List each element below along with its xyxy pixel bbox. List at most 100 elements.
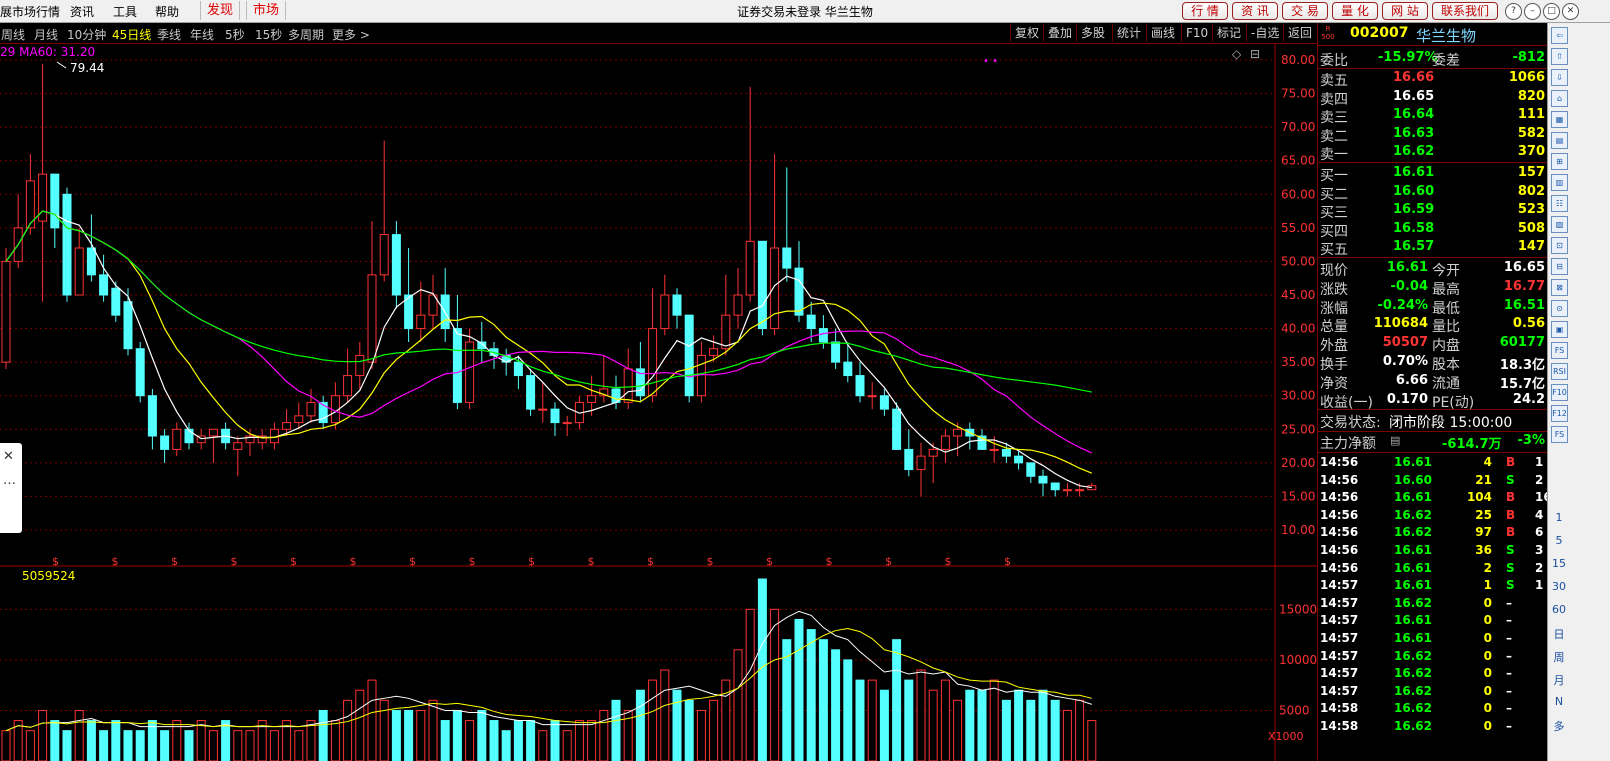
dividend-marker[interactable]: $ xyxy=(1004,555,1011,568)
stat-row[interactable]: 现价 16.61 今开 16.65 xyxy=(1318,260,1548,279)
sidebar-indicator-icon[interactable]: RSI xyxy=(1551,363,1568,380)
dividend-marker[interactable]: $ xyxy=(945,555,952,568)
tool-draw[interactable]: 画线 xyxy=(1146,24,1179,42)
tick-row[interactable]: 14:56 16.62 97 B 6 xyxy=(1318,525,1548,543)
maximize-icon[interactable]: □ xyxy=(1543,3,1560,20)
minimize-icon[interactable]: – xyxy=(1524,3,1541,20)
sidebar-indicator-icon[interactable]: FS xyxy=(1551,342,1568,359)
dividend-marker[interactable]: $ xyxy=(171,555,178,568)
tick-row[interactable]: 14:56 16.60 21 S 2 xyxy=(1318,473,1548,491)
sidebar-tool-icon[interactable]: ⊡ xyxy=(1551,237,1568,254)
sidebar-tool-icon[interactable]: ▣ xyxy=(1551,321,1568,338)
sidebar-tool-icon[interactable]: ☷ xyxy=(1551,195,1568,212)
tool-multistock[interactable]: 多股 xyxy=(1076,24,1109,42)
ask-row[interactable]: 卖四 16.65 820 xyxy=(1318,89,1548,108)
bid-row[interactable]: 买三 16.59 523 xyxy=(1318,202,1548,221)
dividend-marker[interactable]: $ xyxy=(469,555,476,568)
menu-help[interactable]: 帮助 xyxy=(155,3,179,20)
dividend-marker[interactable]: $ xyxy=(528,555,535,568)
period-week[interactable]: 周线 xyxy=(1,26,25,43)
ask-row[interactable]: 卖五 16.66 1066 xyxy=(1318,70,1548,89)
trade-button[interactable]: 交 易 xyxy=(1282,2,1328,20)
tick-row[interactable]: 14:58 16.62 0– xyxy=(1318,719,1548,737)
tick-row[interactable]: 14:58 16.62 0– xyxy=(1318,701,1548,719)
sidebar-tool-icon[interactable]: ⊞ xyxy=(1551,153,1568,170)
tool-back[interactable]: 返回 xyxy=(1283,24,1316,42)
menu-tools[interactable]: 工具 xyxy=(113,3,137,20)
float-panel[interactable]: ✕ … xyxy=(0,443,22,533)
dividend-marker[interactable]: $ xyxy=(290,555,297,568)
diamond-icon[interactable]: ◇ xyxy=(1232,47,1242,61)
tick-row[interactable]: 14:56 16.61 4 B 1 xyxy=(1318,455,1548,473)
tool-mark[interactable]: 标记 xyxy=(1212,24,1245,42)
sidebar-period-item[interactable]: 30 xyxy=(1551,580,1567,593)
tick-row[interactable]: 14:56 16.61 104 B 16 xyxy=(1318,490,1552,508)
ask-row[interactable]: 卖二 16.63 582 xyxy=(1318,126,1548,145)
sidebar-tool-icon[interactable]: ⊠ xyxy=(1551,279,1568,296)
dividend-marker[interactable]: $ xyxy=(409,555,416,568)
dividend-marker[interactable]: $ xyxy=(826,555,833,568)
sidebar-tool-icon[interactable]: ⇦ xyxy=(1551,27,1568,44)
tick-row[interactable]: 14:56 16.62 25 B 4 xyxy=(1318,508,1548,526)
dividend-marker[interactable]: $ xyxy=(707,555,714,568)
dividend-marker[interactable]: $ xyxy=(766,555,773,568)
website-button[interactable]: 网 站 xyxy=(1382,2,1428,20)
popup-more-icon[interactable]: … xyxy=(3,473,16,488)
tick-row[interactable]: 14:57 16.61 0– xyxy=(1318,613,1548,631)
sidebar-period-item[interactable]: N xyxy=(1551,695,1567,708)
dividend-marker[interactable]: $ xyxy=(350,555,357,568)
sidebar-tool-icon[interactable]: ⌂ xyxy=(1551,90,1568,107)
tab-discover[interactable]: 发现 xyxy=(200,1,241,20)
news-button[interactable]: 资 讯 xyxy=(1232,2,1278,20)
stat-row[interactable]: 外盘 50507 内盘 60177 xyxy=(1318,335,1548,354)
sidebar-period-item[interactable]: 60 xyxy=(1551,603,1567,616)
period-10min[interactable]: 10分钟 xyxy=(67,26,106,43)
period-year[interactable]: 年线 xyxy=(190,26,214,43)
tool-watchlist[interactable]: -自选 xyxy=(1246,24,1283,42)
dividend-marker[interactable]: $ xyxy=(231,555,238,568)
sidebar-period-item[interactable]: 月 xyxy=(1551,672,1567,688)
ask-row[interactable]: 卖三 16.64 111 xyxy=(1318,107,1548,126)
bid-row[interactable]: 买四 16.58 508 xyxy=(1318,221,1548,240)
bid-row[interactable]: 买一 16.61 157 xyxy=(1318,165,1548,184)
period-5s[interactable]: 5秒 xyxy=(225,26,245,43)
sidebar-indicator-icon[interactable]: F10 xyxy=(1551,384,1568,401)
tick-row[interactable]: 14:57 16.62 0– xyxy=(1318,684,1548,702)
help-icon[interactable]: ? xyxy=(1505,3,1522,20)
tool-f10[interactable]: F10 xyxy=(1181,24,1212,42)
tool-overlay[interactable]: 叠加 xyxy=(1043,24,1076,42)
layout-icon[interactable]: ⊟ xyxy=(1250,47,1260,61)
stat-row[interactable]: 净资 6.66 流通 15.7亿 xyxy=(1318,373,1548,392)
close-icon[interactable]: ✕ xyxy=(1562,3,1579,20)
tick-row[interactable]: 14:56 16.61 36 S 3 xyxy=(1318,543,1548,561)
bid-row[interactable]: 买五 16.57 147 xyxy=(1318,239,1548,258)
menu-news[interactable]: 资讯 xyxy=(70,3,94,20)
stat-row[interactable]: 涨跌 -0.04 最高 16.77 xyxy=(1318,279,1548,298)
sidebar-tool-icon[interactable]: ⊟ xyxy=(1551,258,1568,275)
sidebar-period-item[interactable]: 1 xyxy=(1551,511,1567,524)
period-45day[interactable]: 45日线 xyxy=(112,26,151,43)
dividend-marker[interactable]: $ xyxy=(588,555,595,568)
dividend-marker[interactable]: $ xyxy=(647,555,654,568)
dividend-marker[interactable]: $ xyxy=(52,555,59,568)
sidebar-indicator-icon[interactable]: FS xyxy=(1551,426,1568,443)
dividend-marker[interactable]: $ xyxy=(885,555,892,568)
sidebar-period-item[interactable]: 多 xyxy=(1551,718,1567,734)
sidebar-tool-icon[interactable]: ⊙ xyxy=(1551,300,1568,317)
quant-button[interactable]: 量 化 xyxy=(1332,2,1378,20)
stat-row[interactable]: 总量 110684 量比 0.56 xyxy=(1318,316,1548,335)
dividend-marker[interactable]: $ xyxy=(112,555,119,568)
tick-row[interactable]: 14:56 16.61 2 S 2 xyxy=(1318,561,1548,579)
tool-stats[interactable]: 统计 xyxy=(1112,24,1145,42)
kline-chart[interactable]: 80.00 75.00 70.00 65.00 60.00 55.00 50.00 45.00… xyxy=(0,44,1317,761)
period-more[interactable]: 更多 > xyxy=(332,26,370,43)
tick-row[interactable]: 14:57 16.62 0– xyxy=(1318,596,1548,614)
sidebar-tool-icon[interactable]: ▥ xyxy=(1551,174,1568,191)
tick-row[interactable]: 14:57 16.62 0– xyxy=(1318,666,1548,684)
sidebar-period-item[interactable]: 日 xyxy=(1551,626,1567,642)
sidebar-tool-icon[interactable]: ⇧ xyxy=(1551,48,1568,65)
sidebar-period-item[interactable]: 5 xyxy=(1551,534,1567,547)
period-multi[interactable]: 多周期 xyxy=(288,26,324,43)
sidebar-indicator-icon[interactable]: F12 xyxy=(1551,405,1568,422)
bid-row[interactable]: 买二 16.60 802 xyxy=(1318,184,1548,203)
